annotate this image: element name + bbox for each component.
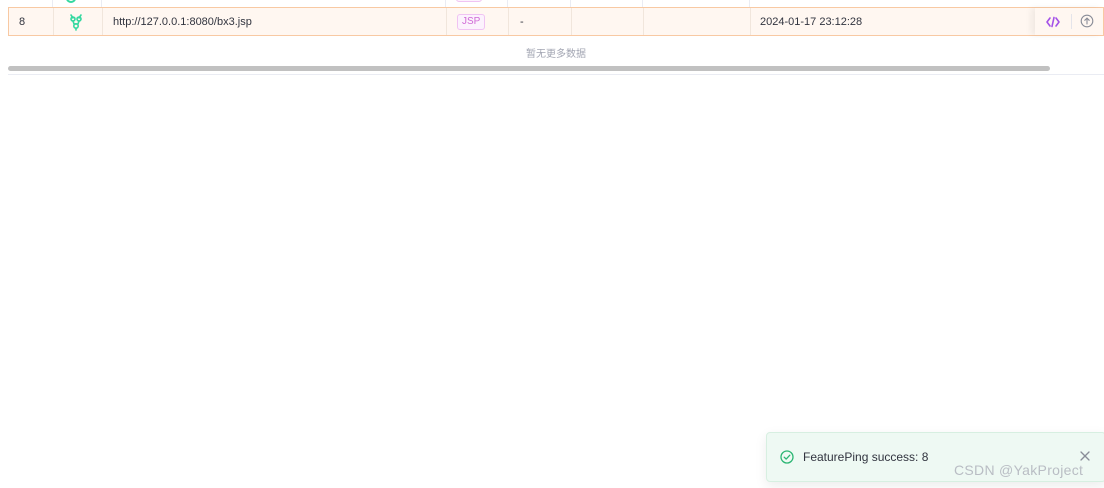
watermark: CSDN @YakProject — [954, 462, 1084, 478]
column-divider — [571, 8, 572, 35]
timestamp-cell: 2024-01-17 23:12:28 — [760, 15, 863, 28]
row-index: 8 — [19, 15, 26, 28]
webshell-table: 8 http://127.0.0.1:8080/bx3.jsp JSP - 20… — [8, 0, 1104, 75]
column-divider — [101, 0, 102, 7]
column-divider — [642, 0, 643, 7]
check-circle-icon — [780, 450, 794, 464]
column-divider — [53, 8, 54, 35]
notification-close-button[interactable] — [1078, 449, 1092, 463]
arrow-up-circle-icon — [1080, 14, 1094, 28]
shell-type-cell — [64, 8, 88, 35]
script-type-tag: JSP — [457, 13, 486, 30]
column-divider — [102, 8, 103, 35]
script-type-cell: JSP — [457, 8, 507, 35]
upload-button[interactable] — [1080, 14, 1094, 28]
column-divider — [749, 0, 750, 7]
horizontal-scrollbar[interactable] — [8, 66, 1050, 71]
status-cell: - — [520, 15, 524, 28]
column-divider — [507, 0, 508, 7]
close-icon — [1080, 451, 1090, 461]
code-icon — [1046, 16, 1060, 28]
column-divider — [570, 0, 571, 7]
shell-url: http://127.0.0.1:8080/bx3.jsp — [113, 15, 252, 28]
code-button[interactable] — [1044, 15, 1062, 29]
column-divider — [446, 8, 447, 35]
table-row[interactable]: 8 http://127.0.0.1:8080/bx3.jsp JSP - 20… — [8, 7, 1104, 36]
notification-message: FeaturePing success: 8 — [803, 450, 929, 464]
column-divider — [643, 8, 644, 35]
action-divider — [1071, 14, 1072, 29]
trojan-horse-icon — [66, 0, 76, 3]
column-divider — [508, 8, 509, 35]
type-tag-partial — [456, 0, 482, 2]
column-divider — [750, 8, 751, 35]
row-actions — [1035, 8, 1103, 35]
trojan-horse-icon — [70, 13, 82, 31]
table-row-previous-partial — [8, 0, 1104, 7]
column-divider — [52, 0, 53, 7]
column-divider — [445, 0, 446, 7]
no-more-data-text: 暂无更多数据 — [526, 49, 586, 60]
page: 8 http://127.0.0.1:8080/bx3.jsp JSP - 20… — [0, 0, 1104, 488]
